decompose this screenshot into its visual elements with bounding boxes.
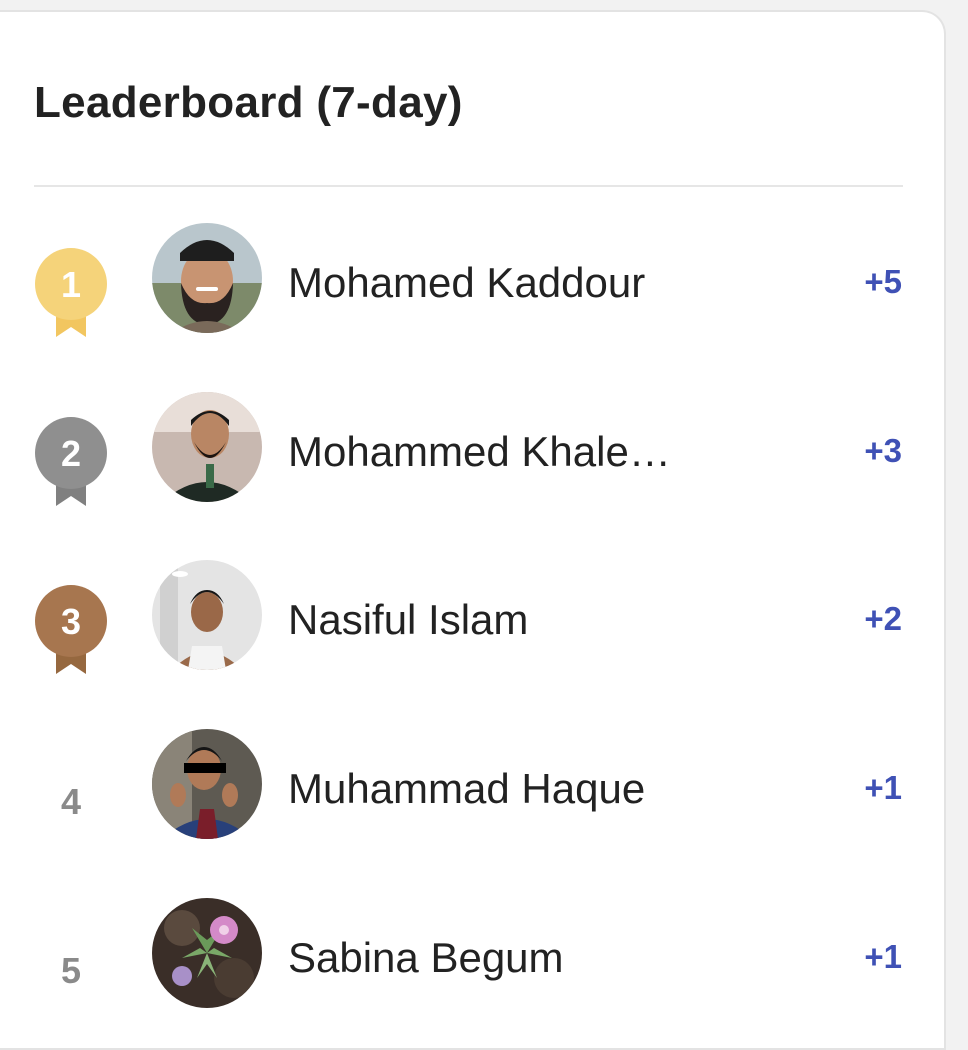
silver-medal-icon: 2 bbox=[34, 416, 108, 508]
avatar[interactable] bbox=[152, 729, 262, 839]
rank-badge: 4 bbox=[34, 753, 108, 845]
leaderboard-row[interactable]: 3 Nasiful Islam +2 bbox=[0, 560, 946, 680]
leaderboard-row[interactable]: 1 Mohamed Kaddour +5 bbox=[0, 223, 946, 343]
avatar[interactable] bbox=[152, 898, 262, 1008]
leaderboard-card: Leaderboard (7-day) 1 Mohamed Kaddour +5 bbox=[0, 10, 946, 1050]
leaderboard-row[interactable]: 5 Sabina Begum +1 bbox=[0, 898, 946, 1018]
rank-badge: 5 bbox=[34, 922, 108, 1014]
bronze-medal-icon: 3 bbox=[34, 584, 108, 676]
member-name[interactable]: Mohammed Khale… bbox=[288, 428, 671, 476]
member-name[interactable]: Muhammad Haque bbox=[288, 765, 645, 813]
member-score: +3 bbox=[864, 432, 902, 469]
leaderboard-row[interactable]: 2 Mohammed Khale… +3 bbox=[0, 392, 946, 512]
rank-number: 1 bbox=[61, 264, 81, 305]
rank-number: 5 bbox=[60, 950, 82, 991]
rank-number: 4 bbox=[60, 781, 82, 822]
member-score: +1 bbox=[864, 769, 902, 806]
member-name[interactable]: Mohamed Kaddour bbox=[288, 259, 645, 307]
gold-medal-icon: 1 bbox=[34, 247, 108, 339]
rank-number: 2 bbox=[61, 433, 81, 474]
rank-number: 3 bbox=[61, 601, 81, 642]
avatar[interactable] bbox=[152, 392, 262, 502]
divider bbox=[34, 185, 903, 187]
member-score: +5 bbox=[864, 263, 902, 300]
member-name[interactable]: Nasiful Islam bbox=[288, 596, 528, 644]
member-score: +2 bbox=[864, 600, 902, 637]
leaderboard-title: Leaderboard (7-day) bbox=[34, 78, 463, 127]
avatar[interactable] bbox=[152, 223, 262, 333]
avatar[interactable] bbox=[152, 560, 262, 670]
member-score: +1 bbox=[864, 938, 902, 975]
member-name[interactable]: Sabina Begum bbox=[288, 934, 564, 982]
leaderboard-row[interactable]: 4 Muhammad Haque +1 bbox=[0, 729, 946, 849]
